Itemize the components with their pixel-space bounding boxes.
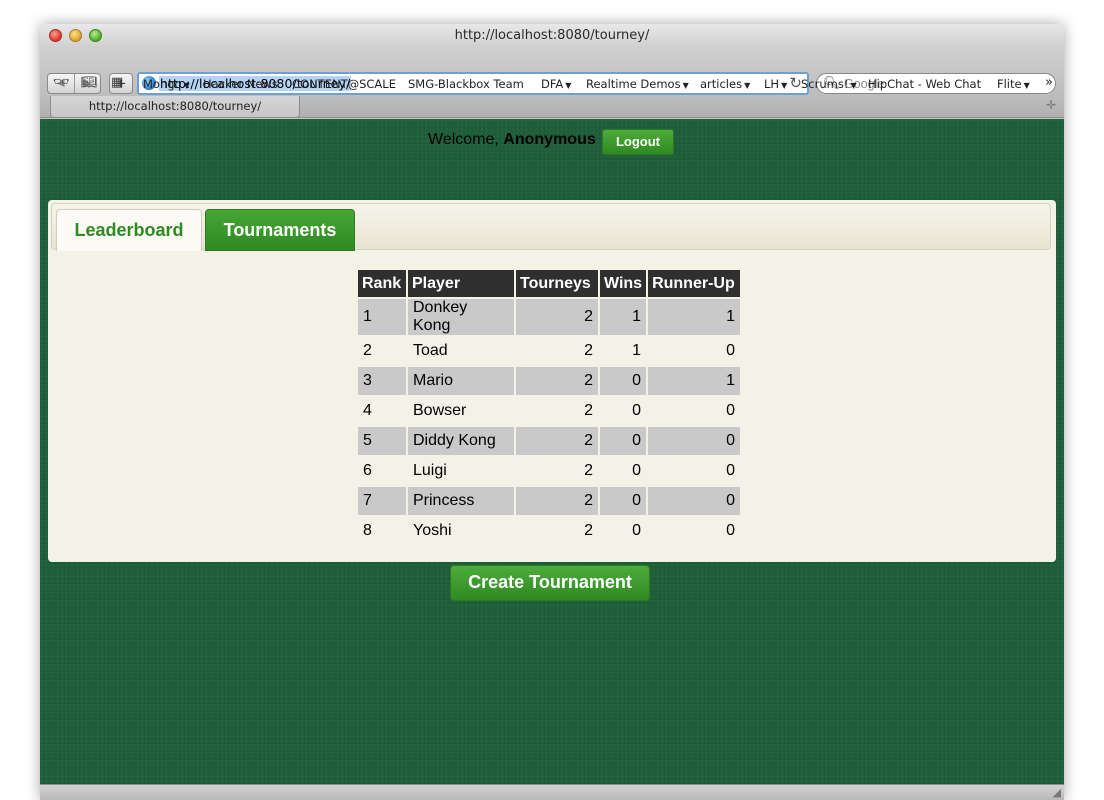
title-bar: http://localhost:8080/tourney/	[40, 24, 1064, 48]
cell-tourneys: 2	[516, 487, 598, 515]
column-header-rank[interactable]: Rank	[358, 270, 406, 297]
window-title: http://localhost:8080/tourney/	[454, 28, 650, 43]
cell-player: Princess	[408, 487, 514, 515]
column-header-runner-up[interactable]: Runner-Up	[648, 270, 741, 297]
cell-tourneys: 2	[584, 462, 593, 479]
tab-tournaments[interactable]: Tournaments	[205, 209, 355, 251]
cell-rank: 2	[363, 342, 372, 359]
table-row: 6 Luigi 2 0 0	[358, 457, 740, 485]
bookmark-item[interactable]: HipChat - Web Chat	[868, 77, 981, 91]
cell-wins: 1	[632, 342, 642, 359]
browser-tab[interactable]: http://localhost:8080/tourney/	[50, 96, 300, 118]
reading-glasses-icon[interactable]: 👓︎	[53, 75, 70, 90]
cell-rank: 3	[358, 367, 406, 395]
leaderboard-table: Rank Player Tourneys Wins Runner-Up 1 Do…	[356, 268, 742, 547]
browser-window: http://localhost:8080/tourney/ ◀ ▶ + htt…	[40, 24, 1064, 800]
cell-wins: 1	[600, 299, 647, 335]
cell-rank: 7	[358, 487, 406, 515]
bookmark-item[interactable]: Mongo ▼	[143, 77, 190, 91]
cell-runner-up: 0	[648, 487, 741, 515]
cell-tourneys: 2	[516, 299, 598, 335]
cell-tourneys: 2	[584, 342, 593, 359]
tab-leaderboard[interactable]: Leaderboard	[56, 209, 202, 251]
create-tournament-button[interactable]: Create Tournament	[450, 565, 650, 601]
cell-player: Donkey Kong	[408, 299, 514, 335]
cell-tourneys: 2	[516, 427, 598, 455]
cell-runner-up: 0	[726, 402, 736, 419]
cell-wins: 0	[600, 427, 647, 455]
new-tab-icon[interactable]: ✛	[1046, 98, 1056, 112]
table-row: 3 Mario 2 0 1	[358, 367, 741, 395]
cell-wins: 0	[600, 367, 647, 395]
cell-runner-up: 0	[726, 342, 736, 359]
cell-player: Diddy Kong	[408, 427, 514, 455]
cell-runner-up: 0	[726, 522, 736, 539]
welcome-message: Welcome, Anonymous	[428, 131, 596, 149]
open-book-icon[interactable]: 📖︎	[81, 75, 98, 90]
cell-tourneys: 2	[584, 522, 593, 539]
cell-runner-up: 1	[648, 299, 741, 335]
bookmark-item[interactable]: DFA ▼	[541, 77, 571, 91]
column-header-player[interactable]: Player	[408, 270, 514, 297]
top-sites-grid-icon[interactable]: ▦	[111, 75, 123, 90]
cell-wins: 0	[632, 522, 642, 539]
bookmark-item[interactable]: articles ▼	[700, 77, 750, 91]
table-row: 5 Diddy Kong 2 0 0	[358, 427, 741, 455]
content-panel: Leaderboard Tournaments Rank Player Tour…	[48, 200, 1056, 562]
bookmark-item[interactable]: Realtime Demos ▼	[586, 77, 689, 91]
logout-button[interactable]: Logout	[602, 129, 674, 155]
cell-rank: 5	[358, 427, 406, 455]
table-row: 7 Princess 2 0 0	[358, 487, 741, 515]
table-row: 8 Yoshi 2 0 0	[358, 517, 740, 545]
table-row: 2 Toad 2 1 0	[358, 337, 740, 365]
more-bookmarks-chevron-icon[interactable]: »	[1045, 75, 1053, 90]
username: Anonymous	[503, 131, 596, 148]
table-header-row: Rank Player Tourneys Wins Runner-Up	[358, 270, 741, 297]
cell-wins: 0	[632, 402, 642, 419]
cell-rank: 6	[363, 462, 372, 479]
cell-rank: 8	[363, 522, 372, 539]
column-header-wins[interactable]: Wins	[600, 270, 647, 297]
bookmark-item[interactable]: SMG-Blackbox Team	[408, 77, 524, 91]
cell-runner-up: 0	[726, 462, 736, 479]
resize-grip-icon[interactable]: ◢	[1053, 786, 1061, 799]
cell-wins: 0	[600, 487, 647, 515]
cell-wins: 0	[632, 462, 642, 479]
tabs-header: Leaderboard Tournaments	[51, 203, 1051, 251]
bookmark-item[interactable]: LH ▼	[764, 77, 787, 91]
cell-runner-up: 1	[648, 367, 741, 395]
cell-tourneys: 2	[584, 402, 593, 419]
cell-rank: 1	[358, 299, 406, 335]
column-header-tourneys[interactable]: Tourneys	[516, 270, 598, 297]
cell-runner-up: 0	[648, 427, 741, 455]
bookmark-item[interactable]: CONTENT@SCALE	[292, 77, 396, 91]
cell-rank: 4	[363, 402, 372, 419]
welcome-prefix: Welcome,	[428, 131, 499, 148]
page-viewport: Welcome, Anonymous Logout Leaderboard To…	[40, 119, 1064, 784]
bookmarks-bar: 👓︎ 📖︎ ▦ Mongo ▼ Hacker News CONTENT@SCALE…	[40, 75, 1064, 94]
cell-player: Bowser	[413, 402, 467, 419]
bookmark-item[interactable]: Hacker News	[203, 77, 278, 91]
browser-tab-bar: http://localhost:8080/tourney/ ✛	[40, 96, 1064, 118]
cell-player: Toad	[413, 342, 448, 359]
bookmark-item[interactable]: Scrums! ▼	[801, 77, 857, 91]
cell-player: Luigi	[413, 462, 447, 479]
status-bar: ◢	[40, 784, 1064, 800]
cell-player: Mario	[408, 367, 514, 395]
table-row: 4 Bowser 2 0 0	[358, 397, 740, 425]
table-row: 1 Donkey Kong 2 1 1	[358, 299, 741, 335]
cell-player: Yoshi	[413, 522, 452, 539]
bookmark-item[interactable]: Flite ▼	[997, 77, 1030, 91]
cell-tourneys: 2	[516, 367, 598, 395]
